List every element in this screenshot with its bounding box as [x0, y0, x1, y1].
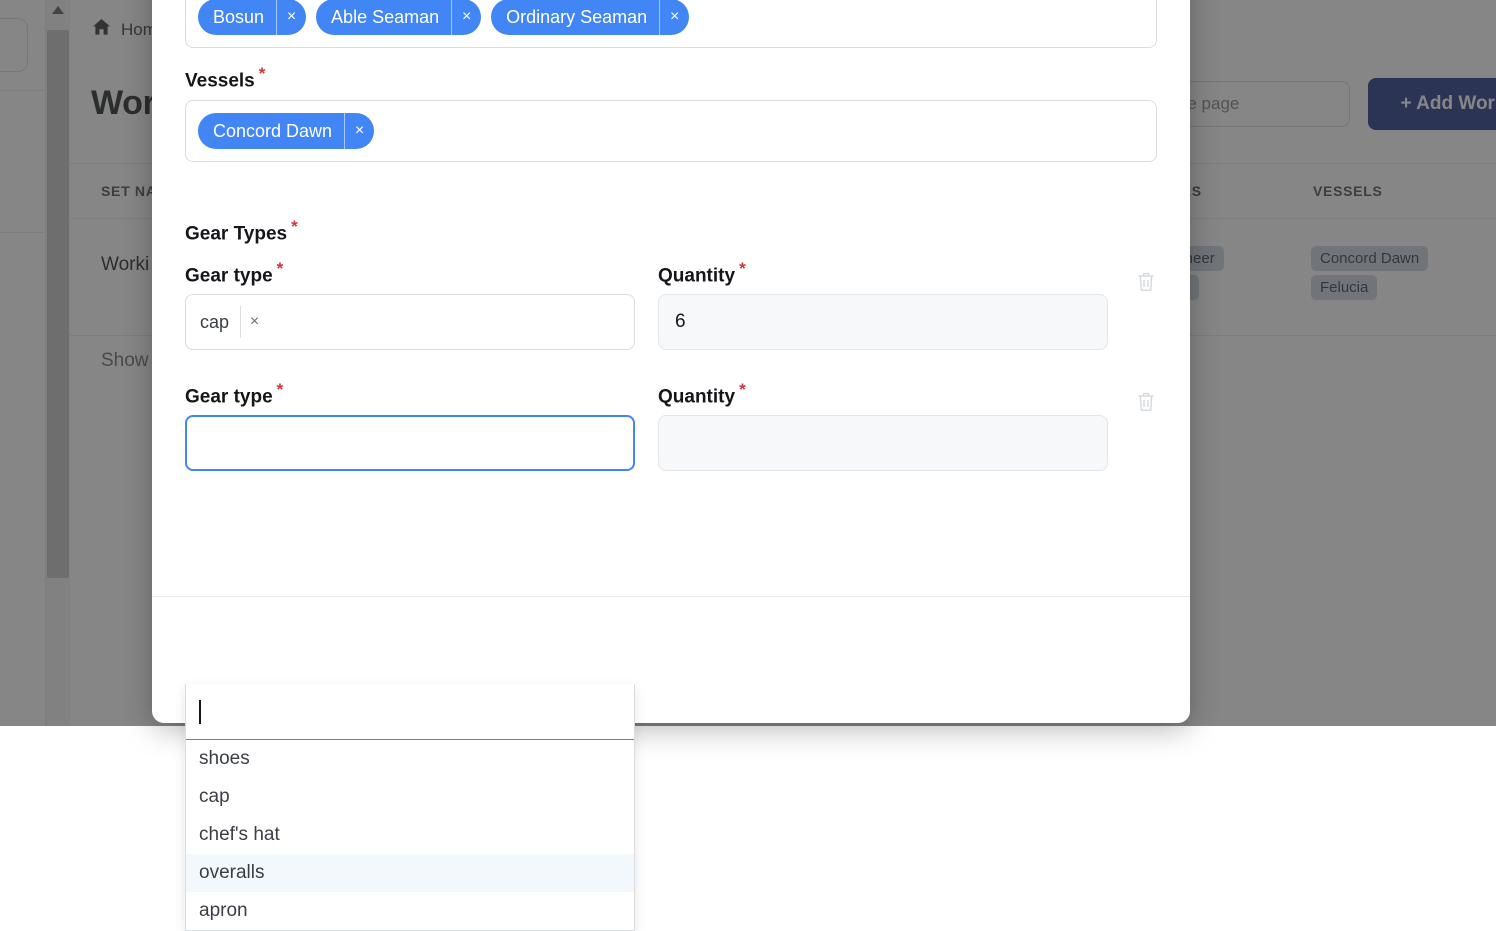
- quantity-label-1: Quantity*: [658, 259, 746, 287]
- role-chip[interactable]: Bosun ×: [198, 0, 306, 35]
- dropdown-option-chefs-hat[interactable]: chef's hat: [186, 816, 634, 854]
- gear-type-dropdown: shoes cap chef's hat overalls apron: [185, 684, 635, 931]
- workwear-set-modal: Roles* Bosun × Able Seaman × Ordinary Se…: [152, 0, 1190, 723]
- required-marker: *: [739, 259, 746, 278]
- vessel-chip[interactable]: Concord Dawn ×: [198, 113, 374, 149]
- role-chip-label: Able Seaman: [316, 0, 451, 35]
- required-marker: *: [277, 259, 284, 278]
- vessels-field-label: Vessels*: [185, 64, 265, 92]
- remove-role-icon[interactable]: ×: [659, 0, 689, 35]
- gear-type-label-2: Gear type*: [185, 380, 283, 408]
- vessel-chip-label: Concord Dawn: [198, 113, 344, 149]
- delete-gear-row-button-1[interactable]: [1133, 268, 1159, 298]
- roles-select[interactable]: Bosun × Able Seaman × Ordinary Seaman ×: [185, 0, 1157, 48]
- role-chip[interactable]: Ordinary Seaman ×: [491, 0, 689, 35]
- dropdown-option-cap[interactable]: cap: [186, 778, 634, 816]
- required-marker: *: [259, 64, 266, 83]
- trash-icon: [1136, 271, 1156, 296]
- gear-types-section-label: Gear Types*: [185, 217, 298, 245]
- vessels-select[interactable]: Concord Dawn ×: [185, 100, 1157, 162]
- modal-footer-divider: [152, 596, 1190, 597]
- gear-type-select-2[interactable]: [185, 415, 635, 471]
- required-marker: *: [739, 380, 746, 399]
- remove-vessel-icon[interactable]: ×: [344, 113, 374, 149]
- role-chip[interactable]: Able Seaman ×: [316, 0, 481, 35]
- gear-type-chip-label: cap: [198, 306, 240, 338]
- role-chip-label: Ordinary Seaman: [491, 0, 659, 35]
- required-marker: *: [291, 217, 298, 236]
- quantity-input-2[interactable]: [658, 415, 1108, 471]
- gear-type-select-1[interactable]: cap ×: [185, 294, 635, 350]
- remove-role-icon[interactable]: ×: [276, 0, 306, 35]
- dropdown-option-shoes[interactable]: shoes: [186, 740, 634, 778]
- gear-type-label-1: Gear type*: [185, 259, 283, 287]
- required-marker: *: [277, 380, 284, 399]
- dropdown-option-overalls[interactable]: overalls: [186, 854, 634, 892]
- role-chip-label: Bosun: [198, 0, 276, 35]
- quantity-label-2: Quantity*: [658, 380, 746, 408]
- text-cursor: [199, 700, 201, 724]
- trash-icon: [1136, 391, 1156, 416]
- remove-gear-type-icon[interactable]: ×: [240, 306, 268, 338]
- delete-gear-row-button-2[interactable]: [1133, 388, 1159, 418]
- gear-type-chip[interactable]: cap ×: [198, 306, 268, 338]
- dropdown-search-input[interactable]: [186, 684, 634, 740]
- quantity-input-1[interactable]: 6: [658, 294, 1108, 350]
- remove-role-icon[interactable]: ×: [451, 0, 481, 35]
- dropdown-option-apron[interactable]: apron: [186, 892, 634, 930]
